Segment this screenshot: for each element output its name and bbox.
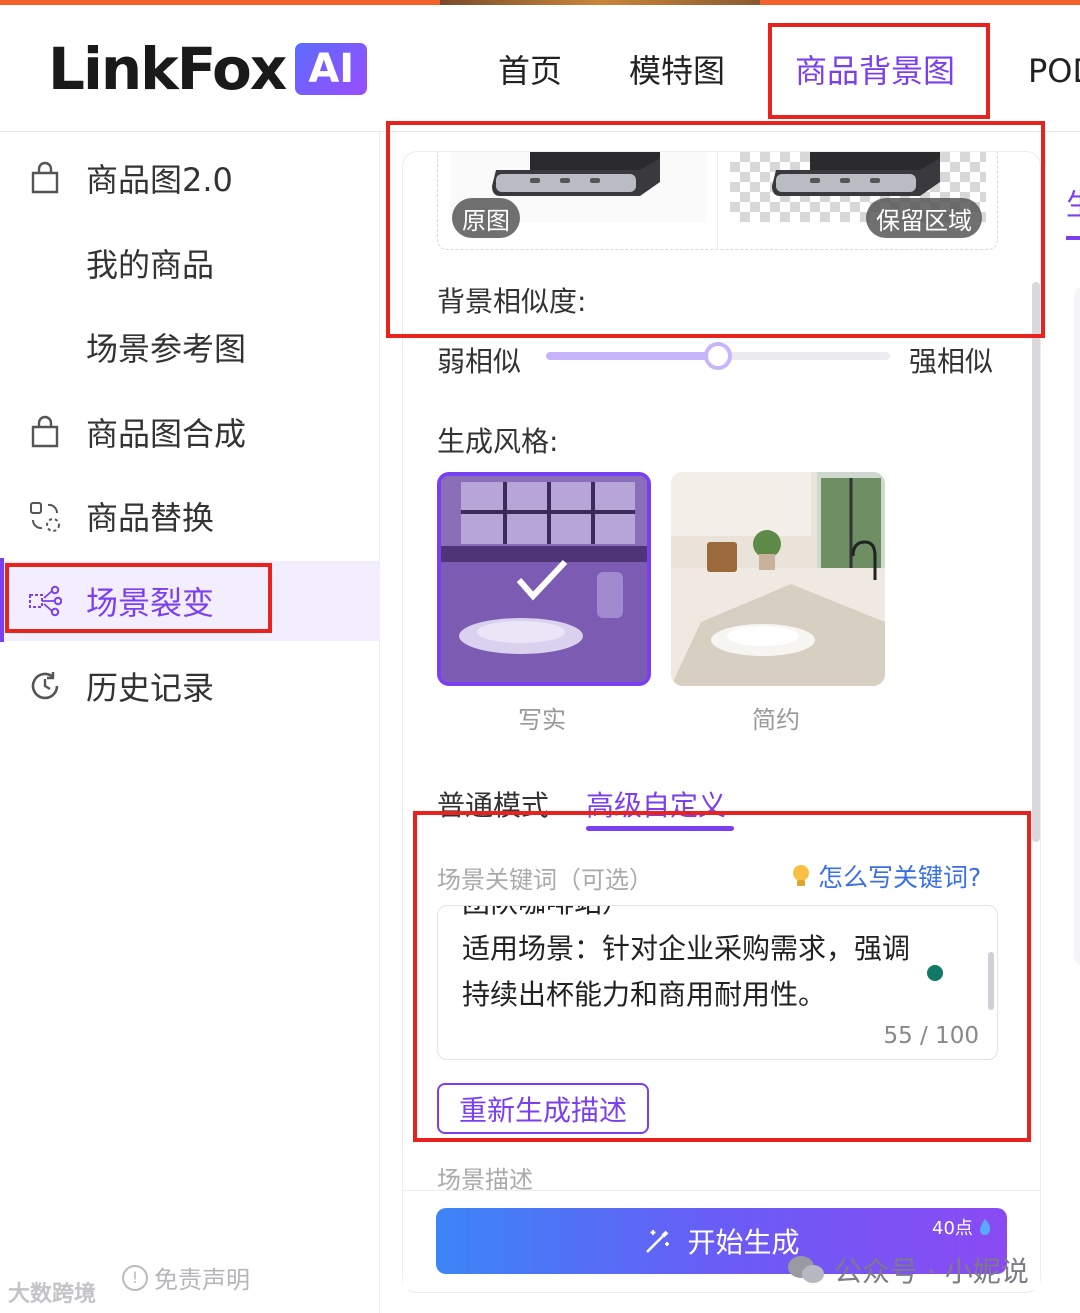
overlay-watermark-text: 公众号 · 小妮说: [834, 1255, 1029, 1288]
style-option-minimal[interactable]: [671, 472, 885, 686]
highlight-box-nav: [768, 23, 990, 119]
points-cost: 40点: [932, 1214, 993, 1240]
disclaimer-text: 免责声明: [154, 1266, 250, 1294]
nav-home[interactable]: 首页: [498, 45, 562, 97]
sidebar: 商品图2.0 我的商品 场景参考图 商品图合成 商品替换 场景裂变 历史记录: [0, 132, 380, 1313]
highlight-box-sidebar: [5, 563, 272, 633]
watermark-text: 大数跨境: [8, 1282, 97, 1307]
sidebar-item-product-replace[interactable]: 商品替换: [0, 476, 380, 556]
right-tab-underline: [1066, 236, 1080, 240]
start-generate-label: 开始生成: [687, 1226, 800, 1259]
top-header: LinkFox AI 首页 模特图 商品背景图 POD: [0, 5, 1080, 132]
history-clock-icon: [31, 672, 59, 700]
shopping-bag-icon: [31, 161, 59, 194]
style-option-realistic-label: 写实: [518, 706, 566, 734]
right-panel-card: [1074, 286, 1080, 966]
similarity-strong-label: 强相似: [909, 345, 994, 378]
nav-pod[interactable]: POD: [1028, 45, 1080, 97]
shopping-bag-icon: [31, 415, 59, 448]
flame-icon: [979, 1219, 991, 1235]
sidebar-item-label: 商品图合成: [86, 415, 247, 453]
overlay-watermark: 公众号 · 小妮说: [786, 1250, 1029, 1290]
highlight-box-images: [386, 121, 1045, 338]
info-icon: !: [122, 1264, 148, 1291]
sidebar-item-history[interactable]: 历史记录: [0, 646, 380, 726]
similarity-weak-label: 弱相似: [437, 345, 522, 378]
sidebar-active-indicator: [0, 558, 4, 642]
sidebar-item-label: 我的商品: [86, 246, 215, 284]
sidebar-item-my-products[interactable]: 我的商品: [0, 223, 380, 303]
sidebar-item-label: 场景参考图: [86, 330, 247, 368]
brand-ai-badge: AI: [295, 43, 368, 95]
style-label: 生成风格:: [437, 425, 559, 458]
nav-model-image[interactable]: 模特图: [629, 45, 725, 97]
right-tab-partial[interactable]: 生: [1066, 180, 1080, 224]
swap-icon: [30, 502, 60, 532]
sidebar-item-label: 商品图2.0: [86, 161, 233, 199]
similarity-slider-knob[interactable]: [704, 342, 732, 370]
sidebar-item-product-compose[interactable]: 商品图合成: [0, 392, 380, 472]
sidebar-item-scene-reference[interactable]: 场景参考图: [0, 307, 380, 387]
similarity-slider[interactable]: [546, 342, 890, 370]
wechat-icon: [788, 1256, 824, 1283]
realistic-style-photo: [441, 476, 647, 682]
sidebar-item-label: 历史记录: [86, 669, 215, 707]
panel-scrollbar[interactable]: [1032, 282, 1040, 842]
highlight-box-keywords: [413, 811, 1031, 1142]
points-text: 40点: [932, 1218, 973, 1239]
similarity-slider-fill: [546, 352, 718, 360]
minimal-style-photo: [671, 472, 885, 686]
brand-logo[interactable]: LinkFox AI: [48, 35, 368, 103]
magic-wand-icon: [646, 1230, 670, 1253]
disclaimer-link[interactable]: ! 免责声明: [122, 1260, 250, 1295]
sidebar-item-label: 商品替换: [86, 499, 215, 537]
sidebar-item-product-image-2[interactable]: 商品图2.0: [0, 138, 380, 218]
brand-name: LinkFox: [48, 35, 287, 103]
style-option-realistic[interactable]: [437, 472, 651, 686]
style-option-minimal-label: 简约: [752, 706, 800, 734]
